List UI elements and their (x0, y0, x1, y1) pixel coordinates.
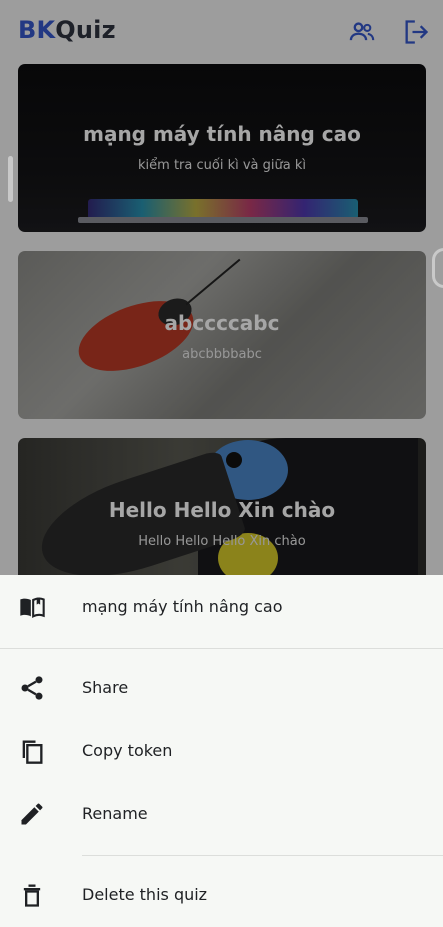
sheet-title: mạng máy tính nâng cao (82, 597, 283, 616)
sheet-header: mạng máy tính nâng cao (0, 581, 443, 633)
side-drag-handle[interactable] (8, 156, 13, 202)
divider (82, 855, 443, 856)
book-icon (18, 593, 46, 621)
delete-menu-item[interactable]: Delete this quiz (0, 869, 443, 921)
copy-token-label: Copy token (82, 741, 173, 760)
share-icon (18, 674, 46, 702)
rename-menu-item[interactable]: Rename (0, 788, 443, 840)
divider (0, 648, 443, 649)
edge-drag-handle[interactable] (432, 248, 443, 288)
delete-icon (18, 881, 46, 909)
share-menu-item[interactable]: Share (0, 662, 443, 714)
share-label: Share (82, 678, 129, 697)
edit-icon (18, 800, 46, 828)
copy-token-menu-item[interactable]: Copy token (0, 725, 443, 777)
copy-icon (18, 737, 46, 765)
delete-label: Delete this quiz (82, 885, 208, 904)
bottom-sheet: mạng máy tính nâng cao Share Copy token … (0, 575, 443, 927)
rename-label: Rename (82, 804, 148, 823)
